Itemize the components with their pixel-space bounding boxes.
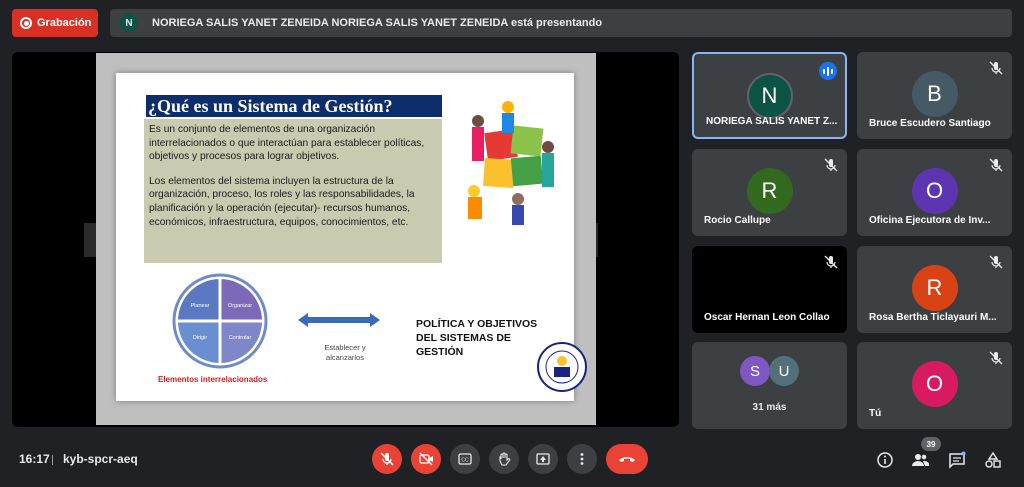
presenting-text: NORIEGA SALIS YANET ZENEIDA NORIEGA SALI…	[152, 17, 603, 29]
cycle-label: Organizar	[228, 303, 252, 309]
meeting-code: kyb-spcr-aeq	[63, 452, 138, 466]
slide-content: ¿Qué es un Sistema de Gestión? Es un con…	[116, 73, 587, 401]
policy-line: DEL SISTEMAS DE	[416, 332, 511, 344]
cycle-label: Planear	[191, 303, 210, 309]
presentation-stage[interactable]: ¿Qué es un Sistema de Gestión? Es un con…	[12, 52, 679, 427]
mic-toggle-button[interactable]	[372, 444, 402, 474]
avatar: R	[746, 168, 793, 214]
mic-off-icon	[989, 61, 1003, 75]
university-seal-logo	[537, 342, 587, 392]
more-vert-icon	[580, 453, 584, 465]
people-icon	[912, 454, 929, 466]
cycle-caption: Elementos interrelacionados	[158, 375, 268, 384]
management-cycle-diagram: Planear Organizar Dirigir Controlar	[172, 273, 268, 369]
mic-off-icon	[989, 158, 1003, 172]
policy-line: GESTIÓN	[416, 346, 464, 358]
hand-icon	[499, 452, 511, 466]
more-options-button[interactable]	[567, 444, 597, 474]
meet-window: Grabación N NORIEGA SALIS YANET ZENEIDA …	[0, 0, 1024, 487]
activities-icon	[985, 451, 1001, 468]
policy-line: POLÍTICA Y OBJETIVOS	[416, 318, 538, 330]
mic-off-icon	[824, 158, 838, 172]
participant-tile[interactable]: N NORIEGA SALIS YANET Z...	[692, 52, 847, 139]
avatar: N	[746, 73, 793, 119]
participant-tile[interactable]: R Rosa Bertha Ticlayauri M...	[857, 246, 1012, 333]
avatar: B	[911, 71, 958, 117]
self-tile[interactable]: O Tú	[857, 342, 1012, 429]
participant-tile[interactable]: Oscar Hernan Leon Collao	[692, 246, 847, 333]
arrow-caption-line: Establecer y	[324, 343, 366, 352]
raise-hand-button[interactable]	[489, 444, 519, 474]
cycle-label: Controlar	[229, 335, 252, 341]
mic-off-icon	[380, 452, 394, 466]
present-now-button[interactable]	[528, 444, 558, 474]
participant-tile[interactable]: B Bruce Escudero Santiago	[857, 52, 1012, 139]
presenter-avatar: N	[120, 14, 138, 32]
captions-button[interactable]: CC	[450, 444, 480, 474]
arrow-caption-line: alcanzarlos	[326, 353, 364, 362]
cycle-label: Dirigir	[193, 335, 208, 341]
avatar: S	[740, 356, 770, 386]
record-icon	[20, 17, 32, 29]
activities-button[interactable]	[983, 450, 1003, 470]
divider	[52, 455, 53, 465]
participant-name: Bruce Escudero Santiago	[869, 118, 991, 129]
arrow-caption: Establecer y alcanzarlos	[310, 343, 380, 363]
camera-toggle-button[interactable]	[411, 444, 441, 474]
recording-label: Grabación	[37, 17, 92, 29]
slide-title: ¿Qué es un Sistema de Gestión?	[146, 95, 442, 117]
mic-off-icon	[824, 255, 838, 269]
recording-indicator[interactable]: Grabación	[12, 9, 98, 37]
more-participants-label: 31 más	[752, 402, 787, 413]
camera-off-icon	[419, 452, 433, 466]
slide-text-box: Es un conjunto de elementos de una organ…	[144, 119, 442, 263]
captions-icon: CC	[458, 453, 472, 465]
presenting-banner: N NORIEGA SALIS YANET ZENEIDA NORIEGA SA…	[110, 9, 1012, 37]
mic-off-icon	[989, 351, 1003, 365]
participant-name: Rosa Bertha Ticlayauri M...	[869, 312, 997, 323]
avatar: O	[911, 361, 958, 407]
participant-tile[interactable]: O Oficina Ejecutora de Inv...	[857, 149, 1012, 236]
people-button[interactable]	[910, 450, 930, 470]
participant-name: Tú	[869, 408, 882, 419]
avatar: R	[911, 265, 958, 311]
participant-name: Oficina Ejecutora de Inv...	[869, 215, 991, 226]
meeting-details-button[interactable]	[875, 450, 895, 470]
info-icon	[877, 452, 893, 468]
leave-call-button[interactable]	[606, 444, 648, 474]
meeting-clock: 16:17	[19, 452, 50, 466]
avatar: O	[911, 168, 958, 214]
avatar: U	[769, 356, 799, 386]
mic-off-icon	[989, 255, 1003, 269]
more-participants-tile[interactable]: S U 31 más	[692, 342, 847, 429]
slide: ¿Qué es un Sistema de Gestión? Es un con…	[96, 53, 596, 425]
present-icon	[536, 453, 550, 465]
svg-text:CC: CC	[461, 458, 469, 464]
participant-name: Rocio Callupe	[704, 215, 771, 226]
speaking-indicator-icon	[819, 62, 837, 80]
chat-icon	[949, 451, 966, 469]
hang-up-icon	[619, 457, 635, 462]
participant-name: Oscar Hernan Leon Collao	[704, 312, 830, 323]
participant-count-badge: 39	[921, 437, 941, 451]
policy-heading: POLÍTICA Y OBJETIVOS DEL SISTEMAS DE GES…	[416, 317, 537, 359]
participant-name: NORIEGA SALIS YANET Z...	[706, 116, 838, 127]
double-arrow-icon	[298, 313, 380, 327]
participant-tile[interactable]: R Rocio Callupe	[692, 149, 847, 236]
slide-paragraph: Los elementos del sistema incluyen la es…	[149, 175, 415, 228]
chat-button[interactable]	[947, 450, 967, 470]
slide-paragraph: Es un conjunto de elementos de una organ…	[149, 124, 425, 163]
teamwork-illustration	[456, 91, 566, 227]
